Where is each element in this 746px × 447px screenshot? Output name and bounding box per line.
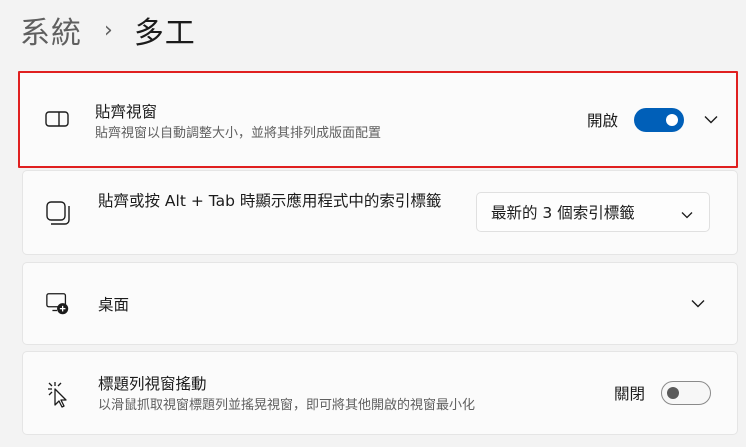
- alt-tab-dropdown[interactable]: 最新的 3 個索引標籤: [476, 192, 710, 232]
- desktops-card[interactable]: 桌面: [22, 262, 738, 345]
- breadcrumb-separator-icon: ›: [104, 17, 114, 43]
- toggle-knob: [666, 113, 678, 126]
- multitasking-settings-page: 系統 › 多工 貼齊視窗 貼齊視窗以自動調整大小，並將其排列成版面配置 開啟 貼…: [0, 0, 746, 447]
- title-bar-shake-title: 標題列視窗搖動: [98, 375, 207, 393]
- snap-windows-subtitle: 貼齊視窗以自動調整大小，並將其排列成版面配置: [95, 126, 382, 141]
- chevron-down-icon[interactable]: [698, 107, 724, 133]
- alt-tab-dropdown-value: 最新的 3 個索引標籤: [491, 204, 635, 222]
- title-bar-shake-toggle[interactable]: [661, 381, 711, 405]
- snap-windows-toggle-label: 開啟: [586, 111, 618, 130]
- alt-tab-card: 貼齊或按 Alt + Tab 時顯示應用程式中的索引標籤 最新的 3 個索引標籤: [22, 170, 738, 255]
- title-bar-shake-subtitle: 以滑鼠抓取視窗標題列並搖晃視窗，即可將其他開啟的視窗最小化: [98, 398, 476, 413]
- desktops-title: 桌面: [98, 296, 130, 314]
- toggle-knob: [667, 387, 679, 399]
- shake-cursor-icon: [45, 381, 71, 408]
- snap-layout-icon: [44, 106, 70, 132]
- page-title: 多工: [133, 16, 196, 51]
- snap-windows-toggle[interactable]: [634, 107, 684, 132]
- stacked-windows-icon: [45, 200, 71, 226]
- breadcrumb-system-link[interactable]: 系統: [20, 8, 82, 52]
- snap-windows-title: 貼齊視窗: [95, 103, 158, 121]
- breadcrumb: 系統 › 多工: [20, 8, 196, 52]
- title-bar-shake-toggle-label: 關閉: [613, 385, 645, 403]
- title-bar-shake-card: 標題列視窗搖動 以滑鼠抓取視窗標題列並搖晃視窗，即可將其他開啟的視窗最小化 關閉: [22, 351, 738, 435]
- chevron-down-icon[interactable]: [685, 291, 711, 317]
- chevron-down-icon: [681, 205, 693, 223]
- add-desktop-icon: [45, 291, 71, 317]
- snap-windows-card[interactable]: 貼齊視窗 貼齊視窗以自動調整大小，並將其排列成版面配置 開啟: [18, 71, 738, 168]
- alt-tab-title: 貼齊或按 Alt + Tab 時顯示應用程式中的索引標籤: [98, 192, 442, 210]
